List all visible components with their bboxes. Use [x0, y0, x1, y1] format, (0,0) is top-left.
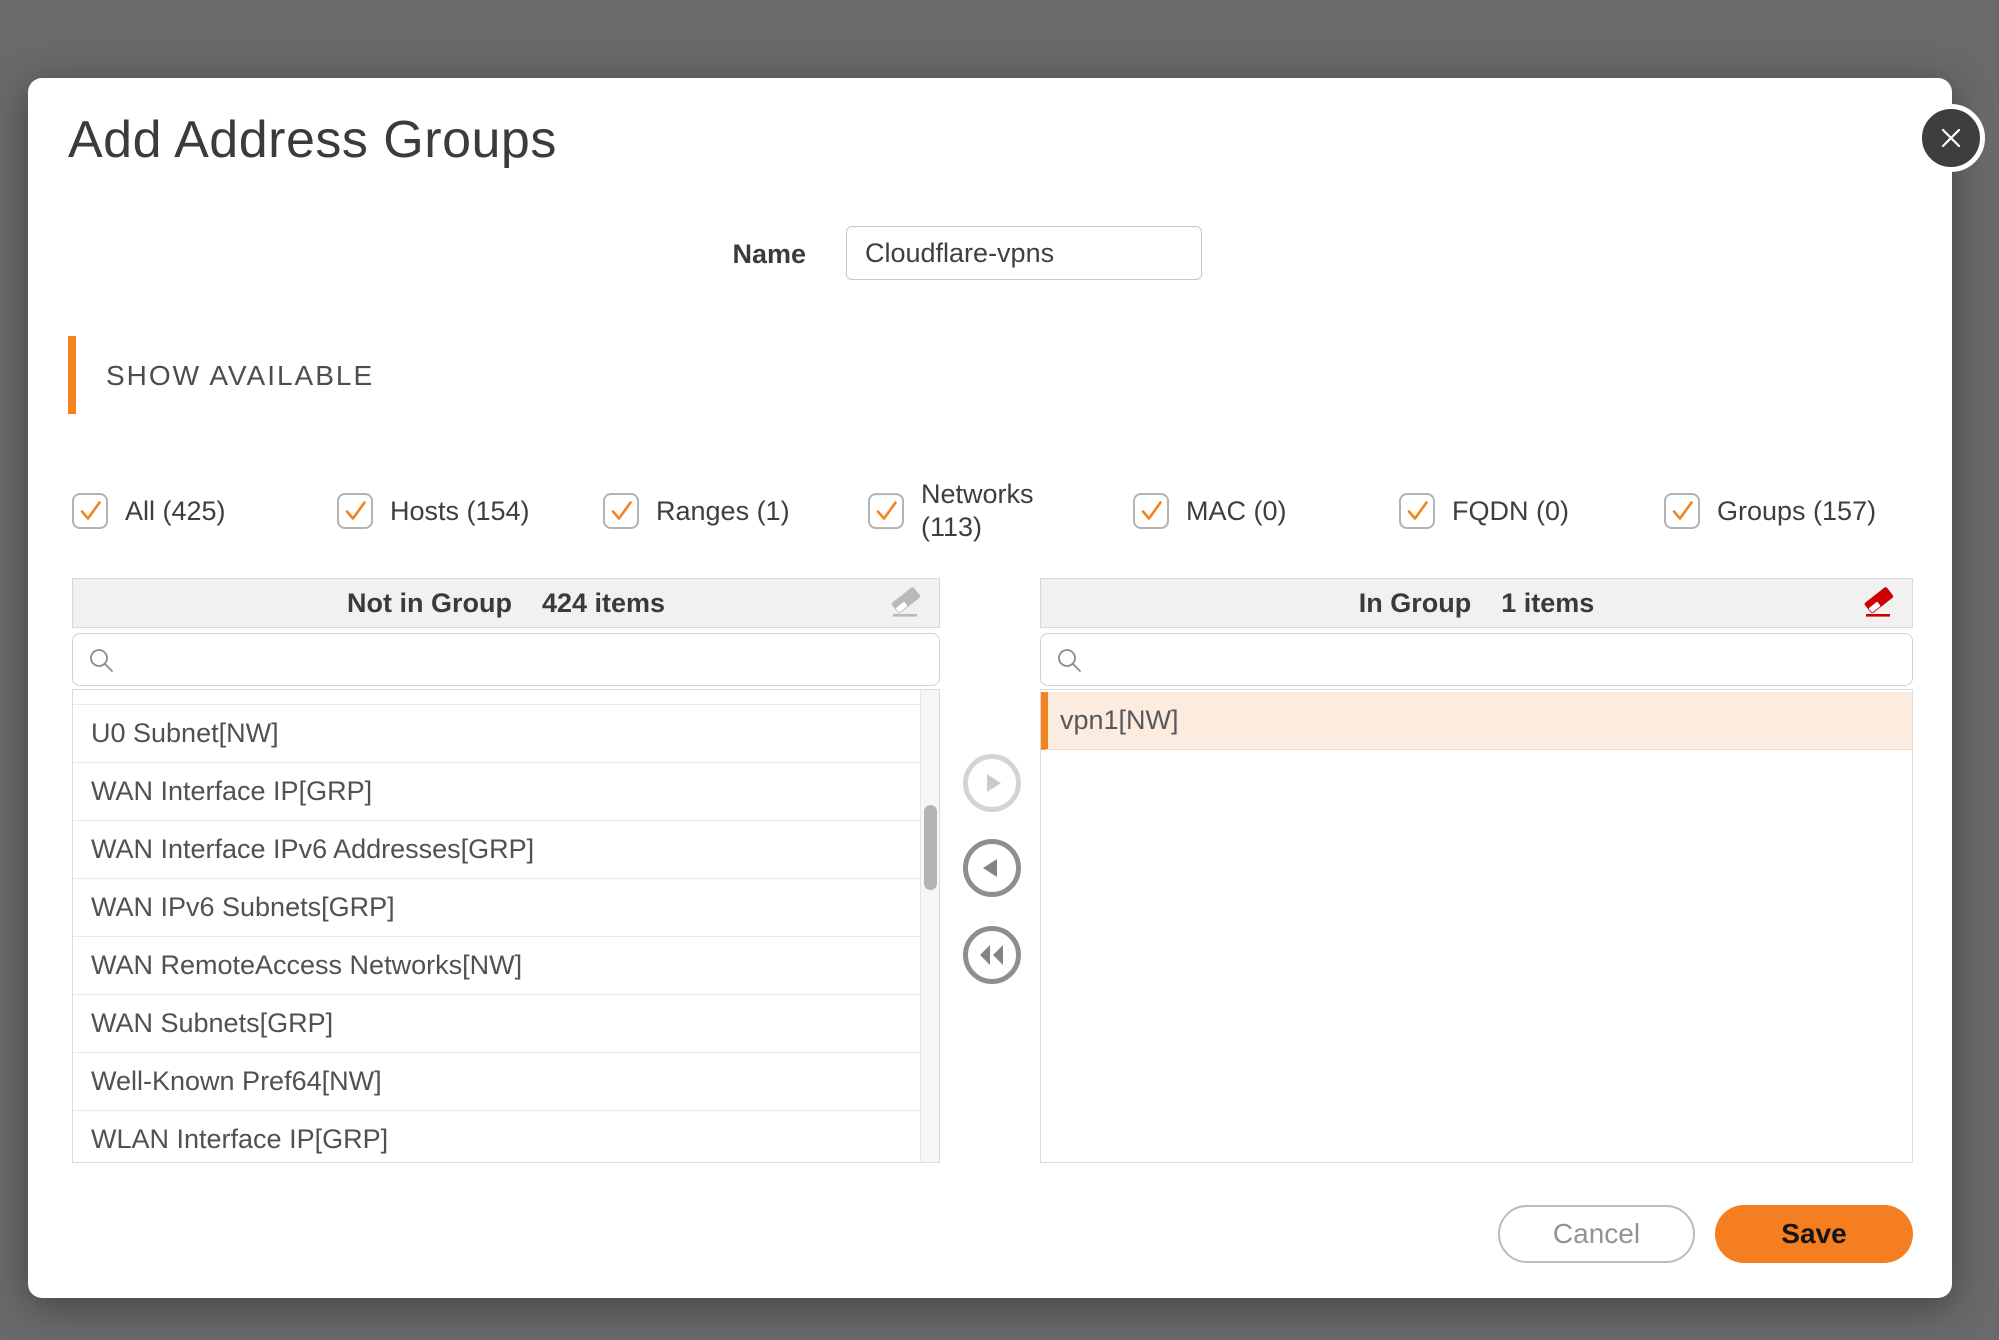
close-button[interactable]: [1917, 104, 1985, 172]
right-search-input[interactable]: [1093, 633, 1912, 686]
address-list-item[interactable]: WAN Interface IPv6 Addresses[GRP]: [73, 821, 921, 879]
address-label: WAN Subnets[GRP]: [91, 1008, 333, 1039]
checkbox-checked-icon[interactable]: [603, 493, 639, 529]
in-group-panel: In Group 1 items: [1040, 578, 1913, 628]
eraser-gray-icon: [887, 611, 923, 626]
address-list-item[interactable]: WAN Interface IP[GRP]: [73, 763, 921, 821]
right-search-box: [1040, 633, 1913, 686]
screen-backdrop: Add Address Groups Name SHOW AVAILABLE A…: [0, 0, 1999, 1340]
address-label: Well-Known Pref64[NW]: [91, 1066, 382, 1097]
address-list-item[interactable]: WLAN Interface IP[GRP]: [73, 1111, 921, 1163]
clear-left-filter-button[interactable]: [887, 583, 923, 623]
not-in-group-count: 424 items: [542, 588, 665, 619]
address-list-item[interactable]: WAN Subnets[GRP]: [73, 995, 921, 1053]
address-label: WLAN Interface IP[GRP]: [91, 1124, 388, 1155]
add-address-groups-dialog: Add Address Groups Name SHOW AVAILABLE A…: [28, 78, 1952, 1298]
not-in-group-list: U0 Subnet[NW] WAN Interface IP[GRP] WAN …: [72, 689, 940, 1163]
filter-checkbox[interactable]: FQDN (0): [1399, 493, 1569, 529]
section-accent-bar: [68, 336, 76, 414]
address-list-item[interactable]: WAN IPv6 Subnets[GRP]: [73, 879, 921, 937]
address-label: WAN Interface IP[GRP]: [91, 776, 372, 807]
move-all-left-button[interactable]: [963, 926, 1021, 984]
name-input[interactable]: [846, 226, 1202, 280]
clear-group-button[interactable]: [1860, 583, 1896, 623]
address-label: U0 Subnet[NW]: [91, 718, 279, 749]
filter-checkbox[interactable]: All (425): [72, 493, 226, 529]
filter-checkbox[interactable]: Hosts (154): [337, 493, 530, 529]
checkbox-checked-icon[interactable]: [72, 493, 108, 529]
close-icon: [1937, 124, 1965, 152]
search-icon: [1055, 646, 1083, 674]
filter-checkbox[interactable]: Networks (113): [868, 478, 1043, 544]
filter-label: Ranges (1): [656, 495, 790, 528]
filter-label: Groups (157): [1717, 495, 1876, 528]
address-list-item[interactable]: U0 Subnet[NW]: [73, 705, 921, 763]
address-label: vpn1[NW]: [1060, 705, 1179, 736]
double-arrow-left-icon: [976, 943, 1008, 967]
filter-label: Networks (113): [921, 478, 1043, 544]
save-button[interactable]: Save: [1715, 1205, 1913, 1263]
move-left-button[interactable]: [963, 839, 1021, 897]
dialog-title: Add Address Groups: [68, 110, 557, 170]
checkbox-checked-icon[interactable]: [868, 493, 904, 529]
filter-label: All (425): [125, 495, 226, 528]
group-member-item[interactable]: vpn1[NW]: [1041, 692, 1912, 750]
checkbox-checked-icon[interactable]: [1664, 493, 1700, 529]
address-list-item[interactable]: Well-Known Pref64[NW]: [73, 1053, 921, 1111]
not-in-group-header: Not in Group 424 items: [72, 578, 940, 628]
scrollbar-thumb[interactable]: [924, 805, 937, 890]
address-label: WAN IPv6 Subnets[GRP]: [91, 892, 395, 923]
not-in-group-panel: Not in Group 424 items: [72, 578, 940, 628]
left-search-input[interactable]: [125, 633, 939, 686]
filter-checkbox[interactable]: Groups (157): [1664, 493, 1876, 529]
in-group-title: In Group: [1359, 588, 1471, 619]
address-list-item[interactable]: WAN RemoteAccess Networks[NW]: [73, 937, 921, 995]
not-in-group-title: Not in Group: [347, 588, 512, 619]
filter-label: Hosts (154): [390, 495, 530, 528]
eraser-red-icon: [1860, 611, 1896, 626]
in-group-header: In Group 1 items: [1040, 578, 1913, 628]
checkbox-checked-icon[interactable]: [1399, 493, 1435, 529]
arrow-left-icon: [979, 855, 1005, 881]
section-title: SHOW AVAILABLE: [106, 360, 374, 392]
checkbox-checked-icon[interactable]: [1133, 493, 1169, 529]
left-search-box: [72, 633, 940, 686]
search-icon: [87, 646, 115, 674]
address-label: WAN RemoteAccess Networks[NW]: [91, 950, 522, 981]
in-group-list: vpn1[NW]: [1040, 689, 1913, 1163]
filter-label: MAC (0): [1186, 495, 1287, 528]
left-list-scrollbar[interactable]: [920, 690, 939, 1162]
move-right-button[interactable]: [963, 754, 1021, 812]
filter-checkbox[interactable]: MAC (0): [1133, 493, 1287, 529]
filter-checkbox[interactable]: Ranges (1): [603, 493, 790, 529]
arrow-right-icon: [979, 770, 1005, 796]
checkbox-checked-icon[interactable]: [337, 493, 373, 529]
name-label: Name: [588, 239, 806, 270]
cancel-button[interactable]: Cancel: [1498, 1205, 1695, 1263]
filter-label: FQDN (0): [1452, 495, 1569, 528]
partial-row: [73, 690, 939, 705]
in-group-count: 1 items: [1501, 588, 1594, 619]
address-label: WAN Interface IPv6 Addresses[GRP]: [91, 834, 534, 865]
